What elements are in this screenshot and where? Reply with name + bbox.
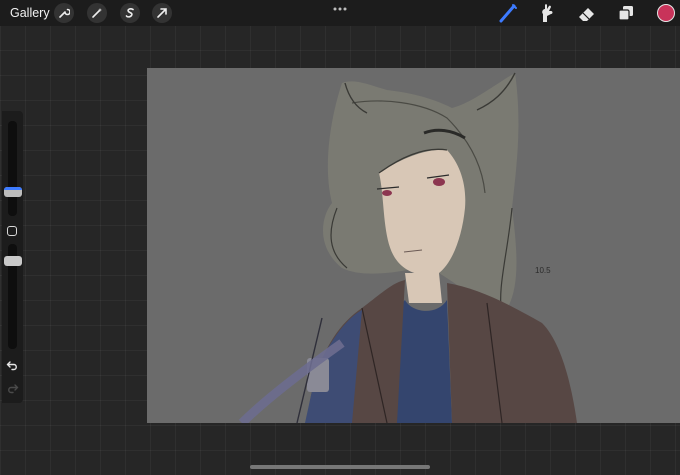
sketch-artwork: 10.5 <box>238 72 577 423</box>
redo-icon[interactable] <box>6 382 19 398</box>
home-indicator[interactable] <box>250 465 430 469</box>
side-toolbar <box>2 111 23 403</box>
more-dots-icon[interactable] <box>333 4 347 12</box>
magic-wand-icon[interactable] <box>87 3 107 23</box>
top-toolbar: Gallery <box>0 0 680 26</box>
color-picker-swatch[interactable] <box>657 4 675 22</box>
brush-icon[interactable] <box>497 2 519 24</box>
gallery-button[interactable]: Gallery <box>10 6 50 20</box>
drawing-canvas[interactable]: 10.5 <box>147 68 680 423</box>
brush-size-handle[interactable] <box>4 187 22 197</box>
modify-square-icon[interactable] <box>7 226 17 236</box>
opacity-handle[interactable] <box>4 256 22 266</box>
selection-icon[interactable] <box>120 3 140 23</box>
eraser-icon[interactable] <box>576 2 598 24</box>
smudge-icon[interactable] <box>536 2 558 24</box>
brush-size-slider[interactable] <box>8 121 17 216</box>
layers-icon[interactable] <box>615 2 637 24</box>
transform-arrow-icon[interactable] <box>152 3 172 23</box>
wrench-icon[interactable] <box>54 3 74 23</box>
undo-icon[interactable] <box>6 359 19 375</box>
signature-text: 10.5 <box>535 266 551 275</box>
